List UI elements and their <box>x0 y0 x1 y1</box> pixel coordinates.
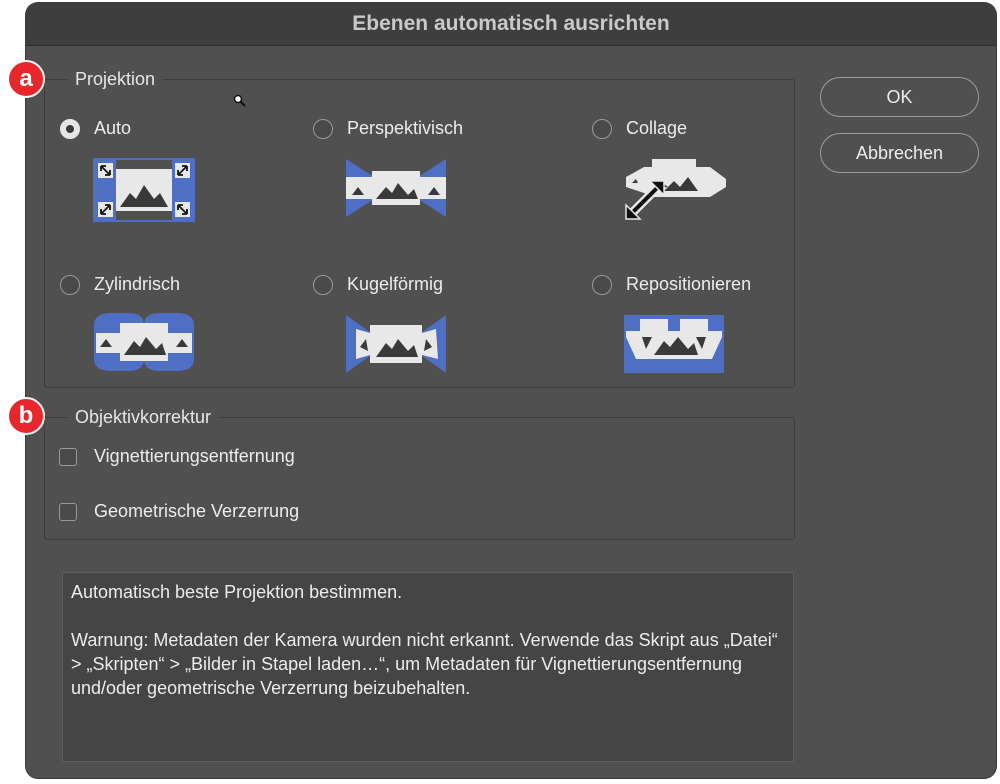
radio-reposition-button[interactable] <box>592 274 612 295</box>
geometric-distortion-label: Geometrische Verzerrung <box>94 501 300 521</box>
radio-spherical[interactable]: Kugelförmig <box>313 274 443 295</box>
geometric-distortion-box[interactable] <box>59 502 77 521</box>
radio-auto-button[interactable] <box>60 118 80 139</box>
radio-auto[interactable]: Auto <box>60 118 131 139</box>
radio-auto-label: Auto <box>94 118 132 138</box>
vignette-removal-box[interactable] <box>59 447 77 466</box>
radio-reposition[interactable]: Repositionieren <box>592 274 751 295</box>
zoom-cursor-icon <box>233 94 246 107</box>
annotation-marker-b: b <box>7 397 45 435</box>
radio-collage[interactable]: Collage <box>592 118 687 139</box>
radio-perspective-label: Perspektivisch <box>347 118 464 138</box>
radio-cylindrical[interactable]: Zylindrisch <box>60 274 180 295</box>
vignette-removal-checkbox[interactable]: Vignettierungsentfernung <box>59 446 295 467</box>
spherical-projection-icon[interactable] <box>344 313 448 375</box>
geometric-distortion-checkbox[interactable]: Geometrische Verzerrung <box>59 501 299 522</box>
info-warning: Warnung: Metadaten der Kamera wurden nic… <box>71 630 778 698</box>
projection-legend: Projektion <box>67 67 164 91</box>
collage-projection-icon[interactable] <box>624 155 728 221</box>
lens-correction-legend: Objektivkorrektur <box>67 405 220 429</box>
perspective-projection-icon[interactable] <box>344 157 448 219</box>
auto-projection-icon[interactable] <box>92 157 196 223</box>
annotation-marker-a: a <box>7 60 45 98</box>
radio-perspective[interactable]: Perspektivisch <box>313 118 463 139</box>
info-summary: Automatisch beste Projektion bestimmen. <box>71 582 403 602</box>
radio-cylindrical-label: Zylindrisch <box>94 274 181 294</box>
radio-reposition-label: Repositionieren <box>626 274 752 294</box>
radio-collage-button[interactable] <box>592 118 612 139</box>
radio-collage-label: Collage <box>626 118 688 138</box>
cancel-button[interactable]: Abbrechen <box>820 133 979 173</box>
radio-perspective-button[interactable] <box>313 118 333 139</box>
radio-spherical-label: Kugelförmig <box>347 274 444 294</box>
radio-cylindrical-button[interactable] <box>60 274 80 295</box>
reposition-projection-icon[interactable] <box>624 315 724 373</box>
radio-spherical-button[interactable] <box>313 274 333 295</box>
auto-align-layers-dialog: Ebenen automatisch ausrichten Projektion… <box>26 3 996 778</box>
ok-button[interactable]: OK <box>820 77 979 117</box>
vignette-removal-label: Vignettierungsentfernung <box>94 446 295 466</box>
info-textbox: Automatisch beste Projektion bestimmen. … <box>62 572 794 762</box>
cylindrical-projection-icon[interactable] <box>92 311 196 373</box>
dialog-title: Ebenen automatisch ausrichten <box>26 3 996 46</box>
